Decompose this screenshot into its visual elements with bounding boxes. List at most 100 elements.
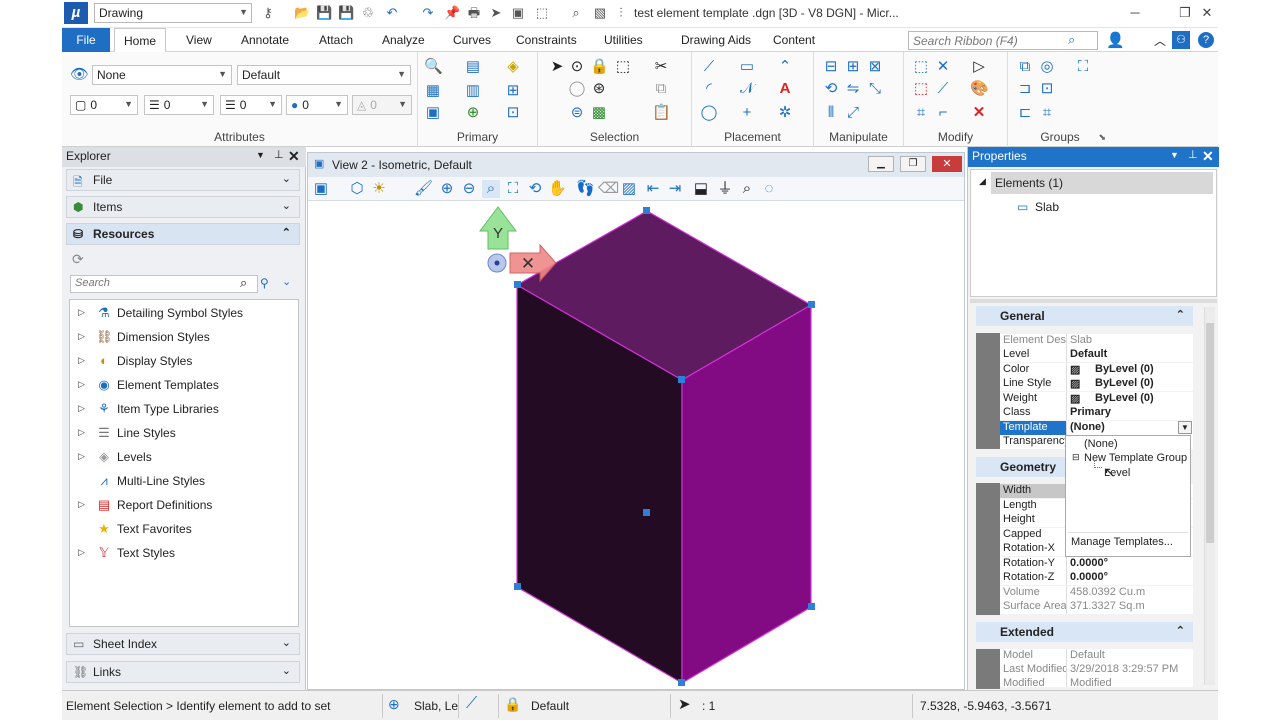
prop-row-rotation-z[interactable]: Rotation-Z 0.0000° bbox=[976, 571, 1193, 586]
tab-analyze[interactable]: Analyze bbox=[373, 28, 434, 52]
lighting-icon[interactable]: ☀ bbox=[370, 180, 388, 198]
expand-arrow-icon[interactable]: ▷ bbox=[78, 355, 85, 366]
copy-icon[interactable]: ⧉ bbox=[652, 80, 670, 98]
linestyle-dropdown[interactable]: ☰ 0 ▼ bbox=[144, 95, 214, 115]
prop-row-model[interactable]: Model Default bbox=[976, 649, 1193, 664]
prop-row-volume[interactable]: Volume 458.0392 Cu.m bbox=[976, 586, 1193, 601]
models-icon[interactable]: ▤ bbox=[464, 58, 482, 76]
close-icon[interactable]: ✕ bbox=[288, 148, 300, 165]
zoom-out-icon[interactable]: ⊖ bbox=[460, 180, 478, 198]
point-icon[interactable]: + bbox=[738, 104, 756, 122]
tree-item-item-type-libraries[interactable]: ▷ ⚘ Item Type Libraries bbox=[70, 400, 298, 420]
paste-icon[interactable]: 📋 bbox=[652, 104, 671, 122]
cut-icon[interactable]: ✂ bbox=[652, 58, 670, 76]
handle-right-bottom[interactable] bbox=[808, 603, 815, 610]
expand-arrow-icon[interactable]: ▷ bbox=[78, 547, 85, 558]
template-dropdown-icon[interactable]: ▼ bbox=[1178, 421, 1192, 434]
pin-icon[interactable]: ⊥ bbox=[1188, 148, 1198, 161]
tree-item-line-styles[interactable]: ▷ ☰ Line Styles bbox=[70, 424, 298, 444]
view-close-icon[interactable]: ✕ bbox=[932, 156, 962, 172]
explorer-section-links[interactable]: ⛓ Links ⌄ bbox=[66, 661, 300, 683]
circle-icon[interactable]: ◯ bbox=[700, 104, 718, 122]
view-minimize-icon[interactable]: ▁ bbox=[868, 156, 894, 172]
dialog-launcher-icon[interactable]: ⬊ bbox=[1098, 132, 1106, 143]
prop-row-class[interactable]: Class Primary bbox=[976, 406, 1193, 421]
tree-item-multi-line-styles[interactable]: ⩘ Multi-Line Styles bbox=[70, 472, 298, 492]
properties-scrollbar[interactable] bbox=[1204, 307, 1215, 685]
manage-templates-link[interactable]: Manage Templates... bbox=[1071, 536, 1173, 548]
pan-icon[interactable]: ✋ bbox=[548, 180, 567, 198]
drop-icon[interactable]: ⊏ bbox=[1016, 104, 1034, 122]
handle-front-top[interactable] bbox=[678, 376, 685, 383]
line-icon[interactable]: ⟋ bbox=[700, 58, 718, 76]
prop-row-modified[interactable]: Modified Modified bbox=[976, 677, 1193, 687]
models-icon[interactable]: ▣ bbox=[510, 5, 526, 21]
prop-row-element-desc[interactable]: Element Desc Slab bbox=[976, 334, 1193, 349]
levels-icon[interactable]: ◈ bbox=[504, 58, 522, 76]
text-icon[interactable]: A bbox=[776, 80, 794, 98]
fillet-icon[interactable]: ⌐ bbox=[934, 104, 952, 122]
view-restore-icon[interactable]: ❐ bbox=[900, 156, 926, 172]
print-icon[interactable]: 🖶 bbox=[466, 5, 482, 21]
copy-icon[interactable]: ▣ bbox=[424, 104, 442, 122]
arc-icon[interactable]: ◜ bbox=[700, 80, 718, 98]
handle-right-top[interactable] bbox=[808, 301, 815, 308]
general-section-header[interactable]: General ⌃ bbox=[976, 306, 1193, 326]
attributes-icon[interactable]: 👁 bbox=[70, 66, 89, 84]
delete-icon[interactable]: ✕ bbox=[970, 104, 988, 122]
explorer-section-file[interactable]: 🗎 File ⌄ bbox=[66, 169, 300, 191]
handle-center[interactable] bbox=[643, 509, 650, 516]
prop-row-line-style[interactable]: Line Style ▨ ByLevel (0) bbox=[976, 377, 1193, 392]
prop-row-color[interactable]: Color ▨ ByLevel (0) bbox=[976, 363, 1193, 378]
select-icon[interactable]: ➤ bbox=[488, 5, 504, 21]
select-all-icon[interactable]: ⊙ bbox=[568, 58, 586, 76]
transparency-dropdown[interactable]: ● 0 ▼ bbox=[286, 95, 348, 115]
tree-item-detailing-symbol-styles[interactable]: ▷ ⚗ Detailing Symbol Styles bbox=[70, 304, 298, 324]
tree-item-text-styles[interactable]: ▷ 𝕐 Text Styles bbox=[70, 544, 298, 564]
customize-icon[interactable]: ⫶ bbox=[616, 5, 626, 21]
tree-item-display-styles[interactable]: ▷ ◐ Display Styles bbox=[70, 352, 298, 372]
zoom-in-icon[interactable]: ⊕ bbox=[438, 180, 456, 198]
move-icon[interactable]: ⊟ bbox=[822, 58, 840, 76]
extend-icon[interactable]: ⟋ bbox=[934, 80, 952, 98]
key-icon[interactable]: ⚷ bbox=[260, 5, 276, 21]
camera-icon[interactable]: ⌕ bbox=[738, 180, 756, 198]
accudraw-icon[interactable]: ⊕ bbox=[388, 696, 400, 713]
priority-dropdown[interactable]: ◬ 0 ▼ bbox=[352, 95, 412, 115]
status-active-level[interactable]: Default bbox=[531, 699, 569, 713]
image-icon[interactable]: ▧ bbox=[592, 5, 608, 21]
expand-arrow-icon[interactable]: ▷ bbox=[78, 331, 85, 342]
prop-row-last-modified[interactable]: Last Modified 3/29/2018 3:29:57 PM bbox=[976, 663, 1193, 678]
mirror-icon[interactable]: ⇋ bbox=[844, 80, 862, 98]
modify-icon[interactable]: ⬚ bbox=[912, 58, 930, 76]
explorer-section-sheet-index[interactable]: ▭ Sheet Index ⌄ bbox=[66, 633, 300, 655]
expand-arrow-icon[interactable]: ▷ bbox=[78, 499, 85, 510]
previous-icon[interactable]: ⇤ bbox=[644, 180, 662, 198]
save-as-icon[interactable]: 💾 bbox=[338, 5, 354, 21]
handle-left-bottom[interactable] bbox=[514, 583, 521, 590]
invert-selection-icon[interactable]: ⊛ bbox=[590, 80, 608, 98]
clip-mask-icon[interactable]: ⏚ bbox=[716, 180, 734, 198]
template-option-none[interactable]: (None) bbox=[1084, 438, 1118, 450]
tree-item-levels[interactable]: ▷ ◈ Levels bbox=[70, 448, 298, 468]
refresh-icon[interactable]: ⟳ bbox=[72, 251, 84, 268]
display-style-icon[interactable]: ⬡ bbox=[348, 180, 366, 198]
change-attributes-icon[interactable]: 🎨 bbox=[970, 80, 989, 98]
settings-icon[interactable]: ⊡ bbox=[504, 104, 522, 122]
break-icon[interactable]: ⬚ bbox=[912, 80, 930, 98]
user-icon[interactable]: 👤 bbox=[1106, 31, 1125, 49]
tab-constraints[interactable]: Constraints bbox=[507, 28, 586, 52]
expand-all-icon[interactable]: ⌄ bbox=[282, 275, 291, 288]
advanced-search-icon[interactable]: ⚲ bbox=[260, 276, 269, 290]
update-view-icon[interactable]: 🖌 bbox=[414, 180, 433, 198]
named-group-icon[interactable]: ⊐ bbox=[1016, 80, 1034, 98]
lock-selection-icon[interactable]: 🔒 bbox=[590, 58, 609, 76]
prop-row-surface-area[interactable]: Surface Area 371.3327 Sq.m bbox=[976, 600, 1193, 615]
graphic-group-icon[interactable]: ⛶ bbox=[1074, 58, 1092, 76]
grid-icon[interactable]: ⌗ bbox=[1038, 104, 1056, 122]
polygon-icon[interactable]: ⌃ bbox=[776, 58, 794, 76]
chevron-down-icon[interactable]: ▼ bbox=[1170, 150, 1179, 160]
compress-icon[interactable]: ♲ bbox=[360, 5, 376, 21]
array-icon[interactable]: ⊠ bbox=[866, 58, 884, 76]
tree-item-dimension-styles[interactable]: ▷ ⛓ Dimension Styles bbox=[70, 328, 298, 348]
